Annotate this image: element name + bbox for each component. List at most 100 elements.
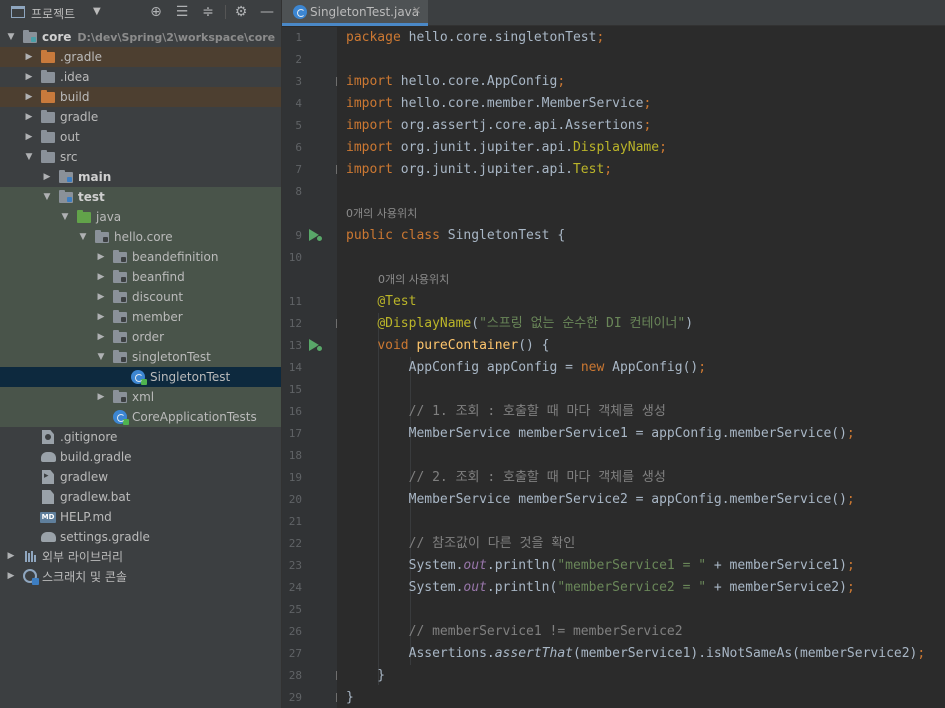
usage-hint[interactable]: 0개의 사용위치: [346, 203, 417, 225]
chevron-right-icon[interactable]: ▶: [96, 332, 106, 342]
tree-item-settings-gradle[interactable]: settings.gradle: [0, 527, 281, 547]
chevron-right-icon[interactable]: ▶: [24, 52, 34, 62]
library-icon: [22, 549, 38, 563]
tree-item-beanfind[interactable]: ▶ beanfind: [0, 267, 281, 287]
tree-item-label: hello.core: [114, 230, 173, 244]
package-icon: [112, 289, 128, 304]
tree-item-label: discount: [132, 290, 184, 304]
chevron-right-icon[interactable]: ▶: [96, 292, 106, 302]
tree-item-label: beandefinition: [132, 250, 219, 264]
tree-item-order[interactable]: ▶ order: [0, 327, 281, 347]
minimize-icon[interactable]: —: [258, 3, 276, 21]
chevron-down-icon[interactable]: ▼: [93, 6, 101, 17]
close-icon[interactable]: ✕: [412, 4, 421, 17]
tree-item-java[interactable]: ▼ java: [0, 207, 281, 227]
folder-icon: [40, 149, 56, 164]
chevron-down-icon[interactable]: ▼: [24, 152, 34, 162]
locate-icon[interactable]: ⊕: [147, 3, 165, 21]
folder-icon: [40, 109, 56, 124]
chevron-right-icon[interactable]: ▶: [96, 392, 106, 402]
chevron-down-icon[interactable]: ▼: [6, 32, 16, 42]
tree-item-coreapplicationtests[interactable]: CoreApplicationTests: [0, 407, 281, 427]
tree-item-hello-core[interactable]: ▼ hello.core: [0, 227, 281, 247]
tree-item-gradlew-bat[interactable]: gradlew.bat: [0, 487, 281, 507]
source-folder-icon: [58, 169, 74, 184]
tree-item-label: core: [42, 30, 72, 44]
tree-item-xml[interactable]: ▶ xml: [0, 387, 281, 407]
code-line-14: AppConfig appConfig = new AppConfig();: [408, 360, 707, 375]
line-number: 1: [295, 31, 302, 44]
tree-item-gitignore[interactable]: .gitignore: [0, 427, 281, 447]
run-test-method-icon[interactable]: [309, 339, 323, 353]
tree-item-singletontest-class[interactable]: SingletonTest: [0, 367, 281, 387]
project-panel: 프로젝트 ▼ ⊕ ☰ ≑ ⚙ — ▼ core D:\dev\Spring\2\w…: [0, 0, 281, 708]
expand-all-icon[interactable]: ☰: [173, 3, 191, 21]
package-icon: [112, 249, 128, 264]
tree-item-gradle-cache[interactable]: ▶ .gradle: [0, 47, 281, 67]
chevron-right-icon[interactable]: ▶: [24, 92, 34, 102]
chevron-right-icon[interactable]: ▶: [6, 551, 16, 561]
tree-item-label: CoreApplicationTests: [132, 410, 257, 424]
script-file-icon: [40, 470, 56, 484]
collapse-all-icon[interactable]: ≑: [199, 3, 217, 21]
chevron-down-icon[interactable]: ▼: [42, 192, 52, 202]
tree-item-label: SingletonTest: [150, 370, 231, 384]
chevron-down-icon[interactable]: ▼: [60, 212, 70, 222]
line-number: 2: [295, 53, 302, 66]
chevron-right-icon[interactable]: ▶: [24, 112, 34, 122]
code-editor[interactable]: package hello.core.singletonTest; import…: [337, 27, 945, 708]
code-line-16: // 1. 조회 : 호출할 때 마다 객체를 생성: [408, 404, 666, 419]
tree-item-external-libraries[interactable]: ▶ 외부 라이브러리: [0, 546, 281, 566]
line-number: 26: [288, 625, 302, 638]
chevron-down-icon[interactable]: ▼: [78, 232, 88, 242]
code-line-3: import hello.core.AppConfig;: [346, 74, 566, 89]
tree-item-gradle[interactable]: ▶ gradle: [0, 107, 281, 127]
gear-icon[interactable]: ⚙: [232, 3, 250, 21]
chevron-right-icon[interactable]: ▶: [42, 172, 52, 182]
tree-item-help-md[interactable]: MD HELP.md: [0, 507, 281, 527]
line-number: 9: [295, 229, 302, 242]
line-number: 11: [288, 295, 302, 308]
source-folder-icon: [58, 189, 74, 204]
tree-item-label: .gitignore: [60, 430, 118, 444]
tree-item-build[interactable]: ▶ build: [0, 87, 281, 107]
chevron-down-icon[interactable]: ▼: [96, 352, 106, 362]
tree-item-beandefinition[interactable]: ▶ beandefinition: [0, 247, 281, 267]
run-test-class-icon[interactable]: [309, 229, 323, 243]
project-view-title[interactable]: 프로젝트: [31, 5, 75, 22]
tree-item-main[interactable]: ▶ main: [0, 167, 281, 187]
chevron-right-icon[interactable]: ▶: [6, 571, 16, 581]
tree-item-test[interactable]: ▼ test: [0, 187, 281, 207]
tab-singletontest-java[interactable]: SingletonTest.java ✕: [282, 0, 428, 26]
chevron-right-icon[interactable]: ▶: [24, 132, 34, 142]
code-line-24: System.out.println("memberService2 = " +…: [346, 580, 855, 595]
tree-item-build-gradle[interactable]: build.gradle: [0, 447, 281, 467]
tree-item-out[interactable]: ▶ out: [0, 127, 281, 147]
line-number: 24: [288, 581, 302, 594]
tree-item-discount[interactable]: ▶ discount: [0, 287, 281, 307]
tree-item-idea[interactable]: ▶ .idea: [0, 67, 281, 87]
tree-item-src[interactable]: ▼ src: [0, 147, 281, 167]
chevron-right-icon[interactable]: ▶: [96, 252, 106, 262]
chevron-right-icon[interactable]: ▶: [24, 72, 34, 82]
gradle-elephant-icon: [40, 450, 56, 464]
tree-item-core[interactable]: ▼ core D:\dev\Spring\2\workspace\core: [0, 27, 281, 47]
java-class-icon: [130, 370, 147, 385]
gitignore-file-icon: [40, 430, 56, 444]
tree-item-member[interactable]: ▶ member: [0, 307, 281, 327]
tree-item-label: 외부 라이브러리: [42, 549, 124, 564]
tree-item-label: order: [132, 330, 164, 344]
tree-item-singletontest-package[interactable]: ▼ singletonTest: [0, 347, 281, 367]
usage-hint[interactable]: 0개의 사용위치: [378, 269, 449, 291]
line-number: 4: [295, 97, 302, 110]
chevron-right-icon[interactable]: ▶: [96, 312, 106, 322]
chevron-right-icon[interactable]: ▶: [96, 272, 106, 282]
test-root-folder-icon: [76, 209, 92, 224]
tree-item-gradlew[interactable]: gradlew: [0, 467, 281, 487]
tree-item-label: build: [60, 90, 90, 104]
line-number: 16: [288, 405, 302, 418]
tree-item-scratches[interactable]: ▶ 스크래치 및 콘솔: [0, 566, 281, 586]
folder-icon: [40, 129, 56, 144]
tree-item-label: beanfind: [132, 270, 185, 284]
tree-item-label: out: [60, 130, 80, 144]
